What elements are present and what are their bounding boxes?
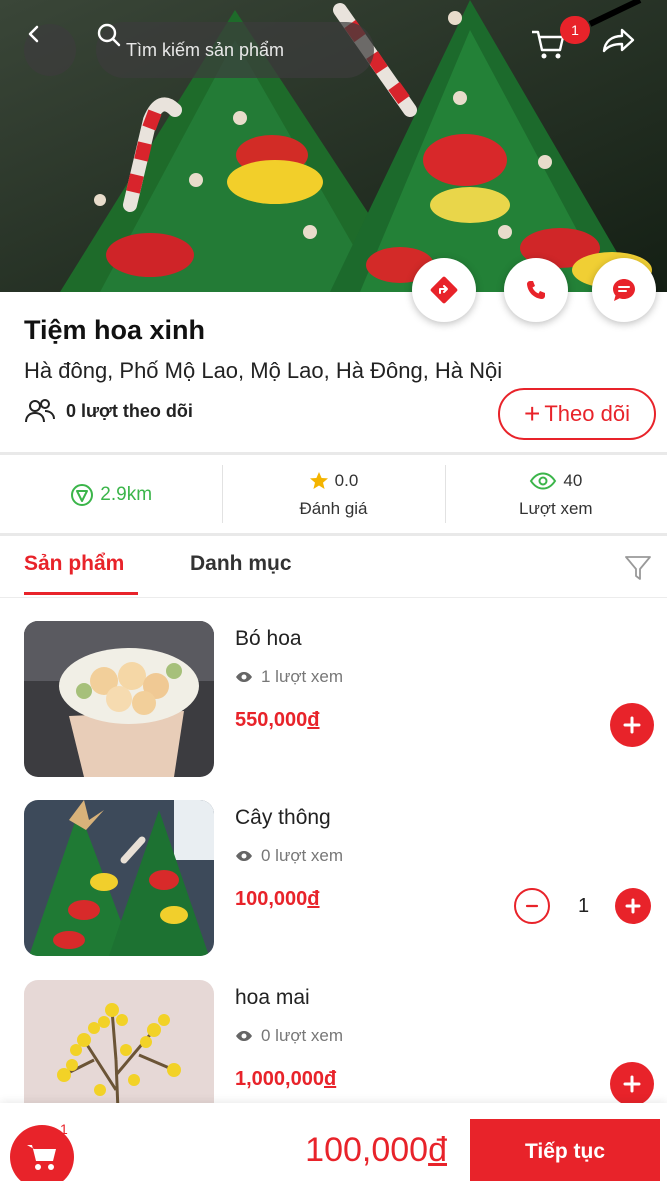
eye-icon (236, 1031, 252, 1041)
continue-button[interactable]: Tiếp tục (470, 1119, 660, 1181)
product-views-text: 0 lượt xem (261, 1026, 344, 1045)
views-stat: 40 Lượt xem (444, 457, 667, 533)
search-input[interactable]: Tìm kiếm sản phẩm (96, 22, 374, 78)
distance-value: 2.9km (100, 484, 153, 505)
decrease-quantity-button[interactable] (514, 888, 550, 924)
product-image (24, 800, 214, 956)
order-total: 100,000đ (305, 1131, 447, 1170)
product-views-text: 1 lượt xem (261, 667, 344, 686)
directions-icon (430, 276, 458, 304)
tab-categories[interactable]: Danh mục (190, 552, 292, 576)
shop-stats: 2.9km 0.0 Đánh giá 40 Lượt xem (0, 457, 667, 533)
product-price-currency: đ (307, 709, 320, 731)
product-item[interactable]: Cây thông 0 lượt xem 100,000đ 1 (0, 800, 667, 960)
product-views: 0 lượt xem (235, 846, 343, 866)
christmas-tree-image (24, 800, 214, 956)
call-button[interactable] (504, 258, 568, 322)
shop-name: Tiệm hoa xinh (24, 315, 206, 345)
product-price: 1,000,000đ (235, 1068, 336, 1091)
product-name: Cây thông (235, 806, 331, 829)
cart-button[interactable]: 1 (530, 16, 590, 76)
share-button[interactable] (602, 26, 658, 76)
filter-icon[interactable] (624, 554, 652, 582)
minus-icon (525, 904, 539, 908)
eye-icon (236, 851, 252, 861)
plus-icon: + (524, 398, 541, 429)
directions-button[interactable] (412, 258, 476, 322)
divider (0, 533, 667, 536)
cart-count-badge: 1 (60, 1121, 68, 1137)
phone-icon (527, 281, 545, 299)
add-to-cart-button[interactable] (610, 1062, 654, 1106)
order-total-currency: đ (428, 1131, 447, 1169)
product-name: hoa mai (235, 986, 310, 1009)
checkout-bar: 1 100,000đ Tiếp tục (0, 1103, 667, 1181)
product-name: Bó hoa (235, 627, 302, 650)
share-icon (602, 28, 635, 53)
eye-icon (236, 672, 252, 682)
quantity-stepper: 1 (514, 888, 652, 924)
order-total-amount: 100,000 (305, 1131, 429, 1169)
active-tab-indicator (24, 592, 138, 595)
product-item[interactable]: Bó hoa 1 lượt xem 550,000đ (0, 621, 667, 781)
chat-button[interactable] (592, 258, 656, 322)
tab-products[interactable]: Sản phẩm (24, 552, 124, 576)
product-price-currency: đ (323, 1068, 337, 1090)
product-image (24, 621, 214, 777)
followers-count: 0 lượt theo dõi (24, 398, 193, 424)
search-icon (97, 23, 121, 47)
distance-stat: 2.9km (0, 457, 222, 533)
cart-badge: 1 (560, 16, 590, 44)
users-icon (25, 399, 55, 423)
increase-quantity-button[interactable] (615, 888, 652, 924)
back-button[interactable] (24, 24, 76, 76)
eye-icon (530, 472, 557, 490)
views-label: Lượt xem (519, 499, 593, 518)
plus-icon (623, 716, 641, 734)
product-price-currency: đ (307, 888, 320, 910)
search-placeholder: Tìm kiếm sản phẩm (126, 39, 285, 60)
product-price: 100,000đ (235, 888, 320, 911)
star-icon (309, 472, 328, 489)
followers-text: 0 lượt theo dõi (66, 400, 193, 421)
product-views: 0 lượt xem (235, 1026, 343, 1046)
plus-icon (623, 1075, 641, 1093)
rating-value: 0.0 (334, 471, 359, 490)
views-value: 40 (563, 471, 583, 490)
shop-cover-image: Tìm kiếm sản phẩm 1 (0, 0, 667, 292)
navigation-icon (71, 484, 94, 506)
product-views: 1 lượt xem (235, 667, 343, 687)
shop-address: Hà đông, Phố Mộ Lao, Mộ Lao, Hà Đông, Hà… (24, 358, 503, 383)
chat-icon (613, 279, 635, 301)
tab-bar: Sản phẩm Danh mục (0, 540, 667, 598)
rating-label: Đánh giá (299, 499, 368, 518)
product-price: 550,000đ (235, 709, 320, 732)
product-price-amount: 100,000 (235, 888, 308, 910)
top-bar: Tìm kiếm sản phẩm 1 (0, 0, 667, 100)
divider (0, 452, 667, 455)
product-price-amount: 550,000 (235, 709, 308, 731)
add-to-cart-button[interactable] (610, 703, 654, 747)
cart-icon (27, 1145, 56, 1170)
quantity-value: 1 (578, 894, 590, 917)
chevron-left-icon (28, 25, 39, 43)
plus-icon (625, 898, 641, 914)
follow-label: Theo dõi (544, 401, 630, 426)
product-views-text: 0 lượt xem (261, 846, 344, 865)
rating-stat: 0.0 Đánh giá (222, 457, 444, 533)
product-price-amount: 1,000,000 (235, 1068, 324, 1090)
follow-button[interactable]: + Theo dõi (498, 388, 656, 440)
flower-bouquet-image (24, 621, 214, 777)
